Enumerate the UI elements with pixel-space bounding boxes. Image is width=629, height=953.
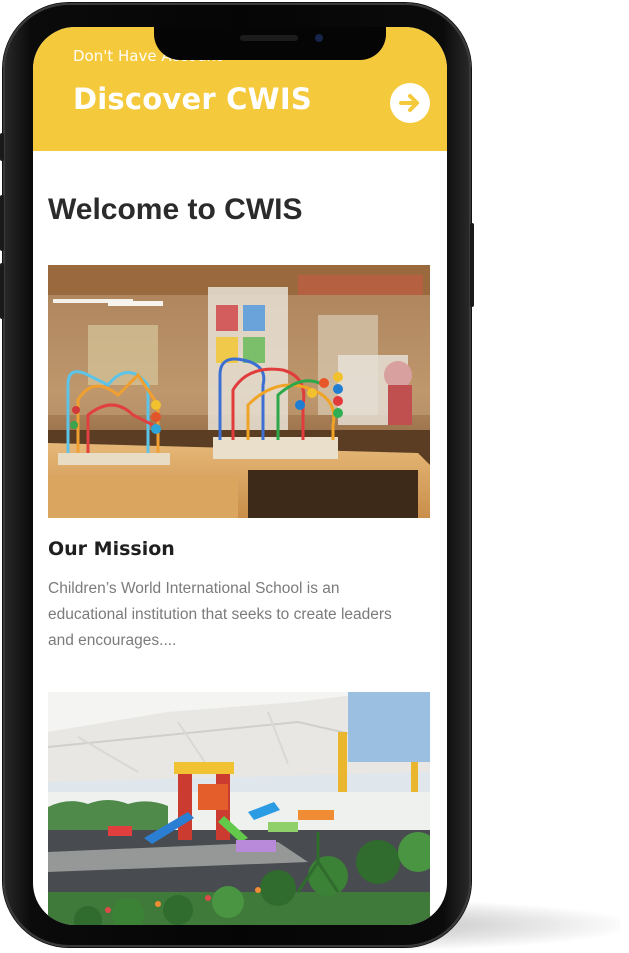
volume-up-button xyxy=(0,195,4,251)
arrow-right-circle-icon[interactable] xyxy=(390,83,430,123)
mission-heading: Our Mission xyxy=(48,538,175,560)
volume-down-button xyxy=(0,263,4,319)
playground-photo[interactable] xyxy=(48,692,430,925)
classroom-photo[interactable] xyxy=(48,265,430,518)
phone-frame: Don't Have Account Discover CWIS Welcome… xyxy=(0,3,474,947)
mute-switch xyxy=(0,133,4,161)
phone-screen: Don't Have Account Discover CWIS Welcome… xyxy=(33,27,447,925)
phone-notch xyxy=(154,27,386,60)
front-camera xyxy=(315,34,323,42)
page-title: Welcome to CWIS xyxy=(48,193,303,226)
power-button xyxy=(470,223,474,307)
mission-text: Children’s World International School is… xyxy=(48,580,392,649)
speaker-grille xyxy=(240,35,298,41)
banner-title: Discover CWIS xyxy=(73,82,312,116)
